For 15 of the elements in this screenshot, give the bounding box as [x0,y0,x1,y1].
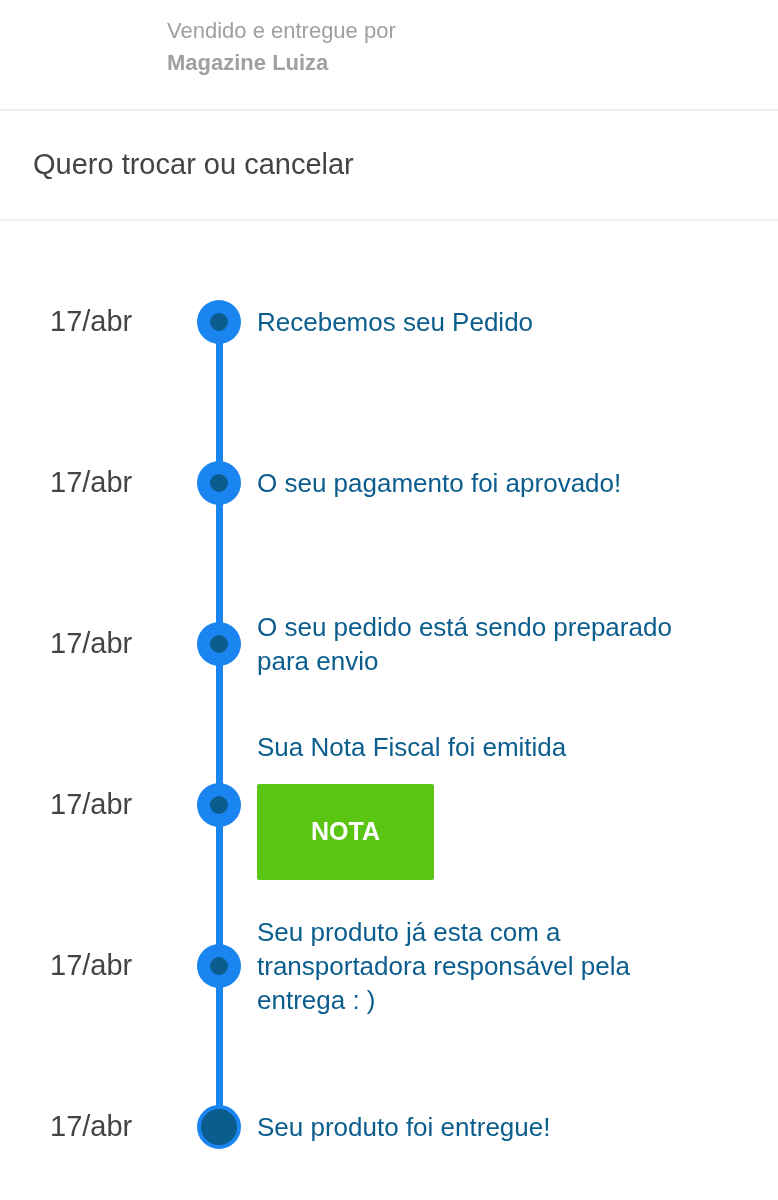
step-text: Sua Nota Fiscal foi emitida [257,730,568,764]
step-date: 17/abr [50,787,133,820]
seller-label: Vendido e entregue por [167,17,396,45]
exchange-or-cancel-link[interactable]: Quero trocar ou cancelar [33,143,354,187]
step-date: 17/abr [50,626,133,659]
step-text: Seu produto já esta com a transportadora responsável pela entrega : ) [257,915,631,1017]
step-date: 17/abr [50,1109,133,1142]
step-text: Recebemos seu Pedido [257,305,535,339]
step-text: O seu pagamento foi aprovado! [257,466,623,500]
step-date: 17/abr [50,465,133,498]
seller-name: Magazine Luiza [167,49,329,77]
step-text: O seu pedido está sendo preparado para envio [257,610,673,678]
step-text: Seu produto foi entregue! [257,1110,552,1144]
step-date: 17/abr [50,948,133,981]
step-date: 17/abr [50,304,133,337]
